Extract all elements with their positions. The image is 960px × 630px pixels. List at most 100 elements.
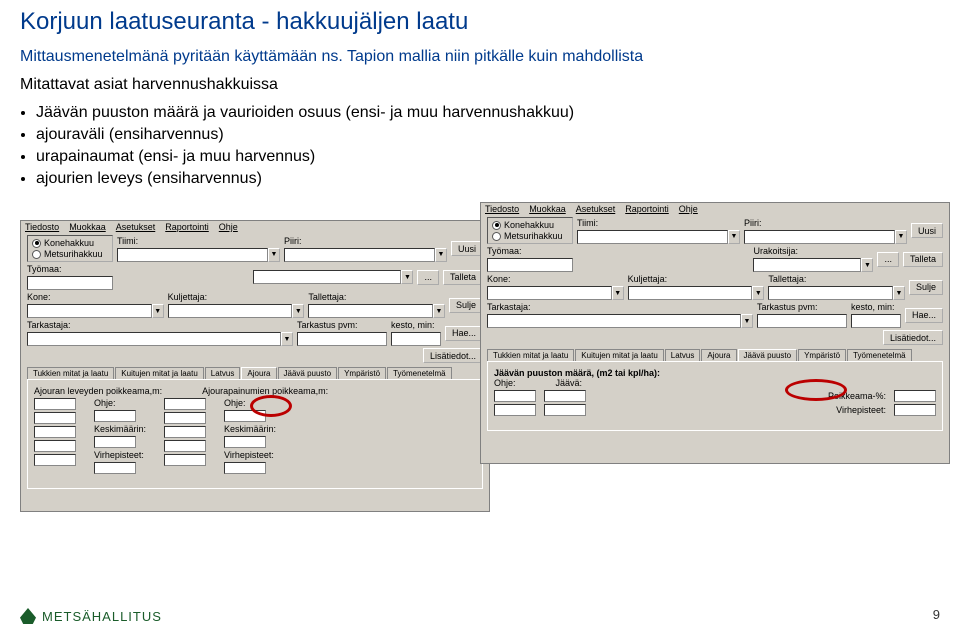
talleta-button[interactable]: Talleta [443, 270, 483, 285]
chevron-down-icon[interactable]: ▼ [435, 248, 447, 262]
combo-kuljettaja[interactable]: ▼ [168, 304, 305, 318]
grid-cell[interactable] [544, 404, 586, 416]
combo-piiri[interactable]: ▼ [284, 248, 447, 262]
menu-help[interactable]: Ohje [679, 204, 698, 214]
menu-help[interactable]: Ohje [219, 222, 238, 232]
tab-tukit[interactable]: Tukkien mitat ja laatu [487, 349, 574, 361]
grid-cell[interactable] [164, 454, 206, 466]
tab-jaava[interactable]: Jäävä puusto [738, 349, 798, 361]
input-tyomaa[interactable] [487, 258, 573, 272]
chevron-down-icon[interactable]: ▼ [612, 286, 624, 300]
menu-report[interactable]: Raportointi [165, 222, 209, 232]
input-tarkastuspvm[interactable] [757, 314, 847, 328]
combo-tiimi[interactable]: ▼ [577, 230, 740, 244]
combo-urakoitsija[interactable]: ▼ [753, 258, 873, 272]
sulje-button[interactable]: Sulje [909, 280, 943, 295]
tab-tyomenetelma[interactable]: Työmenetelmä [847, 349, 911, 361]
combo-extra[interactable]: ▼ [253, 270, 413, 284]
menu-bar[interactable]: Tiedosto Muokkaa Asetukset Raportointi O… [21, 221, 489, 233]
chevron-down-icon[interactable]: ▼ [728, 230, 740, 244]
input-tarkastuspvm[interactable] [297, 332, 387, 346]
label-keskimaarin: Keskimäärin: [94, 424, 146, 434]
input-poikkeama[interactable] [894, 390, 936, 402]
grid-cell[interactable] [34, 412, 76, 424]
dots-button[interactable]: ... [417, 270, 439, 285]
chevron-down-icon[interactable]: ▼ [292, 304, 304, 318]
grid-cell[interactable] [34, 454, 76, 466]
grid-cell[interactable] [164, 440, 206, 452]
combo-piiri[interactable]: ▼ [744, 230, 907, 244]
input-virhepisteet[interactable] [894, 404, 936, 416]
tab-tyomenetelma[interactable]: Työmenetelmä [387, 367, 451, 379]
radio-metsurihakkuu[interactable]: Metsurihakkuu [492, 231, 568, 241]
tab-ajoura[interactable]: Ajoura [701, 349, 736, 361]
label-tarkastuspvm: Tarkastus pvm: [297, 320, 387, 330]
grid-cell[interactable] [164, 412, 206, 424]
hae-button[interactable]: Hae... [905, 308, 943, 323]
uusi-button[interactable]: Uusi [911, 223, 943, 238]
combo-kuljettaja[interactable]: ▼ [628, 286, 765, 300]
chevron-down-icon[interactable]: ▼ [893, 286, 905, 300]
uusi-button[interactable]: Uusi [451, 241, 483, 256]
grid-cell[interactable] [34, 440, 76, 452]
combo-tiimi[interactable]: ▼ [117, 248, 280, 262]
grid-cell[interactable] [34, 398, 76, 410]
chevron-down-icon[interactable]: ▼ [152, 304, 164, 318]
tab-tukit[interactable]: Tukkien mitat ja laatu [27, 367, 114, 379]
grid-cell[interactable] [494, 404, 536, 416]
tab-jaava[interactable]: Jäävä puusto [278, 367, 338, 379]
chevron-down-icon[interactable]: ▼ [895, 230, 907, 244]
grid-cell[interactable] [94, 436, 136, 448]
combo-tallettaja[interactable]: ▼ [308, 304, 445, 318]
grid-cell[interactable] [224, 436, 266, 448]
grid-cell[interactable] [164, 426, 206, 438]
hae-button[interactable]: Hae... [445, 326, 483, 341]
grid-cell[interactable] [164, 398, 206, 410]
menu-report[interactable]: Raportointi [625, 204, 669, 214]
tab-ymparisto[interactable]: Ympäristö [798, 349, 846, 361]
menu-edit[interactable]: Muokkaa [69, 222, 106, 232]
chevron-down-icon[interactable]: ▼ [861, 258, 873, 272]
chevron-down-icon[interactable]: ▼ [268, 248, 280, 262]
combo-kone[interactable]: ▼ [487, 286, 624, 300]
bullet-item: ajouraväli (ensiharvennus) [36, 126, 940, 144]
menu-settings[interactable]: Asetukset [576, 204, 616, 214]
chevron-down-icon[interactable]: ▼ [741, 314, 753, 328]
chevron-down-icon[interactable]: ▼ [433, 304, 445, 318]
dots-button[interactable]: ... [877, 252, 899, 267]
radio-metsurihakkuu[interactable]: Metsurihakkuu [32, 249, 108, 259]
input-tyomaa[interactable] [27, 276, 113, 290]
lisatiedot-button[interactable]: Lisätiedot... [883, 330, 943, 345]
tab-latvus[interactable]: Latvus [205, 367, 241, 379]
combo-kone[interactable]: ▼ [27, 304, 164, 318]
combo-tarkastaja[interactable]: ▼ [27, 332, 293, 346]
tab-kuidut[interactable]: Kuitujen mitat ja laatu [575, 349, 664, 361]
combo-tarkastaja[interactable]: ▼ [487, 314, 753, 328]
input-kesto[interactable] [851, 314, 901, 328]
chevron-down-icon[interactable]: ▼ [401, 270, 413, 284]
grid-cell[interactable] [94, 462, 136, 474]
talleta-button[interactable]: Talleta [903, 252, 943, 267]
grid-cell[interactable] [224, 462, 266, 474]
chevron-down-icon[interactable]: ▼ [752, 286, 764, 300]
sulje-button[interactable]: Sulje [449, 298, 483, 313]
grid-cell[interactable] [34, 426, 76, 438]
menu-bar[interactable]: Tiedosto Muokkaa Asetukset Raportointi O… [481, 203, 949, 215]
tab-ajoura[interactable]: Ajoura [241, 367, 276, 379]
tab-latvus[interactable]: Latvus [665, 349, 701, 361]
chevron-down-icon[interactable]: ▼ [281, 332, 293, 346]
lisatiedot-button[interactable]: Lisätiedot... [423, 348, 483, 363]
grid-cell[interactable] [544, 390, 586, 402]
menu-file[interactable]: Tiedosto [25, 222, 59, 232]
combo-tallettaja[interactable]: ▼ [768, 286, 905, 300]
tab-ymparisto[interactable]: Ympäristö [338, 367, 386, 379]
grid-cell[interactable] [494, 390, 536, 402]
input-kesto[interactable] [391, 332, 441, 346]
grid-cell[interactable] [94, 410, 136, 422]
menu-file[interactable]: Tiedosto [485, 204, 519, 214]
radio-konehakkuu[interactable]: Konehakkuu [492, 220, 568, 230]
tab-kuidut[interactable]: Kuitujen mitat ja laatu [115, 367, 204, 379]
menu-settings[interactable]: Asetukset [116, 222, 156, 232]
radio-konehakkuu[interactable]: Konehakkuu [32, 238, 108, 248]
menu-edit[interactable]: Muokkaa [529, 204, 566, 214]
